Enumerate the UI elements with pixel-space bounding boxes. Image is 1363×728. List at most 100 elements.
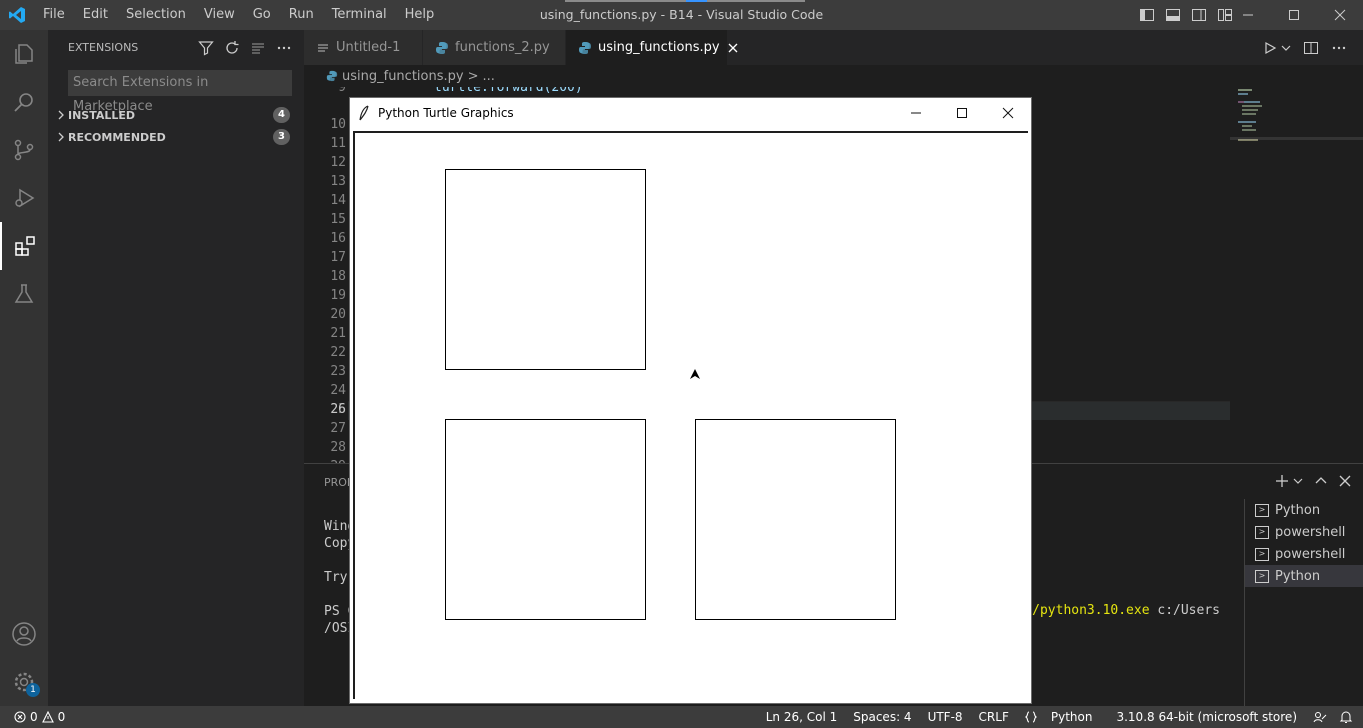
braces-icon	[1024, 711, 1037, 723]
breadcrumb-file[interactable]: using_functions.py	[342, 69, 464, 84]
menu-file[interactable]: File	[34, 0, 74, 30]
count-badge: 3	[273, 129, 290, 145]
search-extensions-input[interactable]: Search Extensions in Marketplace	[68, 70, 292, 114]
turtle-maximize-button[interactable]	[939, 98, 985, 128]
terminal-label: Python	[1275, 568, 1321, 584]
turtle-minimize-button[interactable]	[893, 98, 939, 128]
chevron-down-icon	[1281, 45, 1291, 51]
language-label: Python	[1050, 710, 1093, 724]
minimap[interactable]	[1230, 87, 1363, 463]
menu-edit[interactable]: Edit	[74, 0, 117, 30]
line-number: 20	[330, 307, 346, 322]
turtle-canvas[interactable]	[353, 131, 1028, 699]
accounts-icon[interactable]	[0, 610, 48, 658]
turtle-close-button[interactable]	[985, 98, 1031, 128]
indentation[interactable]: Spaces: 4	[845, 710, 919, 724]
chevron-down-icon[interactable]	[1293, 476, 1303, 486]
menu-view[interactable]: View	[195, 0, 244, 30]
manage-gear-icon[interactable]	[0, 658, 48, 706]
toggle-secondary-sidebar-icon[interactable]	[1191, 7, 1207, 23]
close-button[interactable]	[1317, 0, 1363, 30]
terminal-item-powershell[interactable]: > powershell	[1245, 543, 1363, 565]
split-editor-icon[interactable]	[1303, 40, 1319, 56]
section-recommended[interactable]: RECOMMENDED 3	[48, 126, 304, 148]
python-icon	[578, 41, 592, 55]
tab-using-functions[interactable]: using_functions.py	[566, 30, 738, 65]
problems-status[interactable]: 0 0	[14, 706, 65, 728]
activity-bar	[0, 30, 48, 706]
menu-run[interactable]: Run	[280, 0, 323, 30]
turtle-window-controls	[893, 98, 1031, 128]
python-icon	[435, 41, 449, 55]
chevron-right-icon	[54, 132, 68, 142]
maximize-icon	[957, 108, 967, 118]
python-interpreter[interactable]: 3.10.8 64-bit (microsoft store)	[1108, 710, 1305, 724]
error-icon	[14, 711, 26, 723]
more-actions-icon[interactable]	[276, 40, 292, 56]
explorer-icon[interactable]	[0, 30, 48, 78]
line-number: 21	[330, 326, 346, 341]
tab-label: using_functions.py	[598, 40, 720, 55]
notifications-bell-icon[interactable]	[1339, 710, 1353, 724]
menu-terminal[interactable]: Terminal	[323, 0, 396, 30]
line-number: 16	[330, 231, 346, 246]
terminal-item-python[interactable]: > Python	[1245, 499, 1363, 521]
menu-selection[interactable]: Selection	[117, 0, 195, 30]
new-terminal-icon[interactable]	[1275, 474, 1289, 488]
breadcrumb-symbols[interactable]: ...	[482, 69, 494, 84]
status-right: Ln 26, Col 1 Spaces: 4 UTF-8 CRLF Python…	[758, 706, 1363, 728]
section-installed[interactable]: INSTALLED 4	[48, 104, 304, 126]
terminal-item-python-active[interactable]: > Python	[1245, 565, 1363, 587]
search-icon[interactable]	[0, 78, 48, 126]
extensions-icon[interactable]	[0, 222, 48, 270]
editor-actions	[1263, 30, 1347, 65]
maximize-panel-icon[interactable]	[1315, 475, 1327, 487]
line-number: 12	[330, 155, 346, 170]
close-panel-icon[interactable]	[1339, 475, 1351, 487]
line-number: 27	[330, 421, 346, 436]
chevron-right-icon	[54, 110, 68, 120]
terminal-icon: >	[1255, 525, 1269, 539]
testing-icon[interactable]	[0, 270, 48, 318]
breadcrumb-separator: >	[467, 68, 479, 84]
run-debug-icon[interactable]	[0, 174, 48, 222]
feedback-icon[interactable]	[1313, 710, 1327, 724]
maximize-icon	[1289, 10, 1299, 20]
maximize-button[interactable]	[1271, 0, 1317, 30]
extension-sections: INSTALLED 4 RECOMMENDED 3	[48, 104, 304, 148]
window-controls	[1225, 0, 1363, 30]
end-of-line[interactable]: CRLF	[971, 710, 1017, 724]
tab-functions-2[interactable]: functions_2.py	[423, 30, 566, 65]
error-count: 0	[30, 710, 38, 724]
run-python-file-button[interactable]	[1263, 41, 1291, 55]
menu-bar: File Edit Selection View Go Run Terminal…	[34, 0, 443, 30]
more-actions-icon[interactable]	[1331, 40, 1347, 56]
terminal-item-powershell[interactable]: > powershell	[1245, 521, 1363, 543]
terminal-list: > Python > powershell > powershell > Python	[1244, 499, 1363, 707]
close-tab-icon[interactable]	[728, 43, 738, 53]
cursor-position[interactable]: Ln 26, Col 1	[758, 710, 846, 724]
minimize-button[interactable]	[1225, 0, 1271, 30]
sidebar-header: EXTENSIONS	[48, 30, 304, 65]
breadcrumb: using_functions.py > ...	[304, 65, 1230, 87]
menu-help[interactable]: Help	[396, 0, 444, 30]
toggle-panel-icon[interactable]	[1165, 7, 1181, 23]
play-icon	[1265, 41, 1277, 54]
drawn-square	[695, 419, 896, 620]
source-control-icon[interactable]	[0, 126, 48, 174]
filter-icon[interactable]	[198, 40, 214, 56]
language-mode[interactable]: Python	[1017, 710, 1109, 724]
section-label: RECOMMENDED	[68, 130, 166, 144]
turtle-graphics-window: Python Turtle Graphics	[349, 97, 1032, 704]
toggle-primary-sidebar-icon[interactable]	[1139, 7, 1155, 23]
menu-go[interactable]: Go	[244, 0, 280, 30]
status-bar: 0 0 Ln 26, Col 1 Spaces: 4 UTF-8 CRLF Py…	[0, 706, 1363, 728]
line-number: 14	[330, 193, 346, 208]
refresh-icon[interactable]	[224, 40, 240, 56]
tab-untitled-1[interactable]: Untitled-1	[304, 30, 423, 65]
line-number: 9	[338, 87, 346, 95]
terminal-arg: c:/Users	[1149, 603, 1220, 618]
clear-icon[interactable]	[250, 40, 266, 56]
encoding[interactable]: UTF-8	[920, 710, 971, 724]
turtle-title-bar[interactable]: Python Turtle Graphics	[350, 98, 1031, 128]
